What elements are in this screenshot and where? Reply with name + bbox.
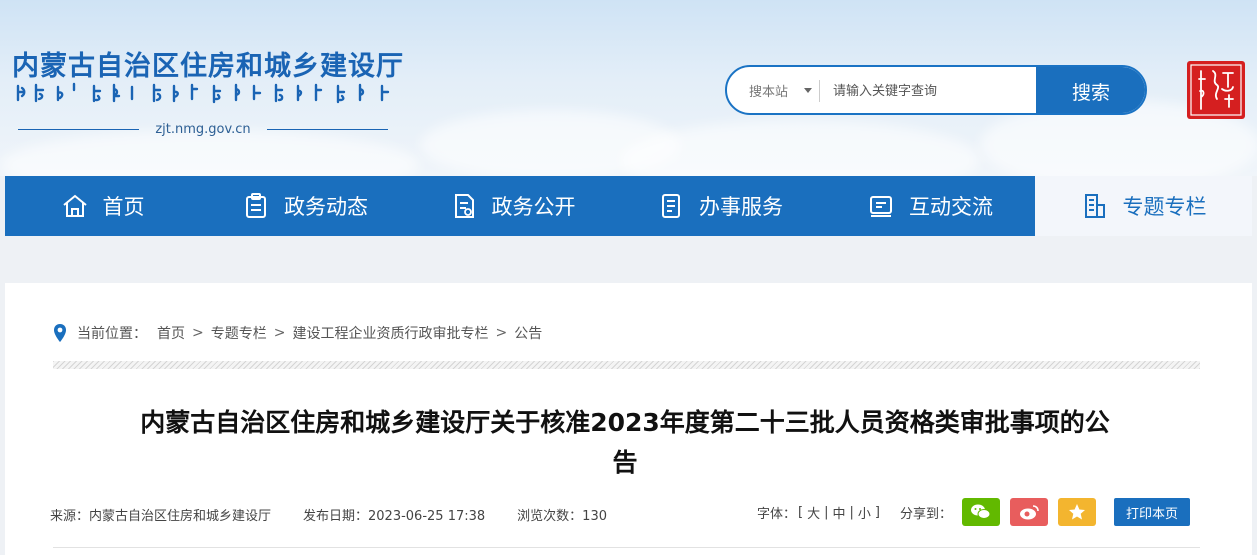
search-box: 搜本站 搜索 — [725, 65, 1147, 115]
search-button[interactable]: 搜索 — [1036, 67, 1145, 113]
nav-item-public[interactable]: 政务公开 — [410, 176, 615, 236]
search-input[interactable] — [833, 77, 1033, 105]
divider — [266, 128, 388, 130]
site-logo-name[interactable]: 内蒙古自治区住房和城乡建设厅 — [12, 44, 404, 83]
main-nav: 首页 政务动态 政务公开 办事服务 互动交流 专题专栏 — [5, 176, 1252, 236]
breadcrumb-prefix: 当前位置： — [77, 326, 147, 342]
article-source: 来源：内蒙古自治区住房和城乡建设厅 — [50, 509, 272, 524]
font-size-bracket: ] — [874, 504, 880, 520]
font-size-label: 字体： — [757, 506, 797, 522]
share-wechat-button[interactable] — [962, 498, 1001, 526]
font-size-divider: | — [824, 504, 829, 520]
breadcrumb-separator: > — [192, 325, 204, 341]
share-label: 分享到： — [900, 506, 953, 522]
mongolian-script-logo — [16, 82, 390, 104]
article-tools: 字体： [ 大 | 中 | 小 ] 分享到： 打印本页 — [757, 498, 1191, 526]
location-pin-icon — [54, 324, 66, 342]
article-meta: 来源：内蒙古自治区住房和城乡建设厅 发布日期：2023-06-25 17:38 … — [50, 505, 607, 524]
breadcrumb-link-column[interactable]: 建设工程企业资质行政审批专栏 — [292, 323, 488, 343]
caret-down-icon[interactable] — [804, 88, 812, 93]
nav-item-label: 政务动态 — [284, 195, 368, 219]
chat-icon — [870, 196, 892, 217]
nav-item-interaction[interactable]: 互动交流 — [825, 176, 1035, 236]
star-icon — [1069, 504, 1086, 520]
document-icon — [454, 194, 474, 218]
nav-item-service[interactable]: 办事服务 — [615, 176, 825, 236]
divider — [18, 128, 140, 130]
nav-item-label: 专题专栏 — [1122, 195, 1207, 219]
print-page-button[interactable]: 打印本页 — [1114, 498, 1191, 526]
article-title: 内蒙古自治区住房和城乡建设厅关于核准2023年度第二十三批人员资格类审批事项的公… — [45, 403, 1205, 483]
hatched-divider — [53, 361, 1200, 369]
article-view-count: 浏览次数：130 — [517, 509, 607, 524]
breadcrumb: 当前位置： 首页 > 专题专栏 > 建设工程企业资质行政审批专栏 > 公告 — [53, 323, 542, 343]
breadcrumb-link-home[interactable]: 首页 — [157, 323, 185, 343]
font-size-divider: | — [849, 504, 854, 520]
nav-item-label: 互动交流 — [909, 195, 993, 219]
breadcrumb-link-topics[interactable]: 专题专栏 — [211, 323, 267, 343]
font-size-large[interactable]: 大 — [807, 503, 820, 522]
share-qzone-button[interactable] — [1058, 498, 1097, 526]
article-title-line: 内蒙古自治区住房和城乡建设厅关于核准2023年度第二十三批人员资格类审批事项的公 — [140, 408, 1110, 437]
breadcrumb-separator: > — [273, 325, 286, 341]
article-card: 当前位置： 首页 > 专题专栏 > 建设工程企业资质行政审批专栏 > 公告 内蒙… — [5, 283, 1252, 555]
weibo-icon — [1020, 505, 1039, 520]
service-icon — [662, 194, 680, 218]
clipboard-icon — [246, 193, 266, 218]
home-icon — [62, 194, 87, 217]
site-domain: zjt.nmg.gov.cn — [155, 121, 251, 137]
topic-icon — [1084, 194, 1105, 218]
font-size-small[interactable]: 小 — [858, 503, 871, 522]
breadcrumb-link-notice[interactable]: 公告 — [514, 323, 542, 343]
divider — [53, 547, 1200, 548]
share-weibo-button[interactable] — [1010, 498, 1049, 526]
nav-item-topics[interactable]: 专题专栏 — [1035, 176, 1252, 236]
breadcrumb-separator: > — [495, 325, 508, 341]
nav-item-home[interactable]: 首页 — [5, 176, 200, 236]
cloud-decoration — [620, 120, 980, 176]
site-header: 内蒙古自治区住房和城乡建设厅 zjt.nmg.gov.cn 搜本站 请输入关键字… — [0, 0, 1257, 176]
seal-calligraphy-icon — [1190, 64, 1242, 116]
domain-row: zjt.nmg.gov.cn — [18, 121, 388, 137]
nav-item-news[interactable]: 政务动态 — [200, 176, 410, 236]
wechat-icon — [971, 504, 991, 519]
article-title-line: 告 — [612, 448, 638, 477]
divider — [819, 80, 820, 102]
font-size-medium[interactable]: 中 — [833, 503, 846, 522]
article-publish-date: 发布日期：2023-06-25 17:38 — [303, 509, 486, 524]
inner-mongolia-seal-logo[interactable] — [1187, 61, 1245, 119]
font-size-bracket: [ — [798, 504, 804, 520]
nav-item-label: 首页 — [102, 195, 145, 219]
nav-item-label: 政务公开 — [491, 195, 576, 219]
search-scope-select[interactable]: 搜本站 — [749, 81, 788, 100]
nav-item-label: 办事服务 — [699, 195, 783, 219]
